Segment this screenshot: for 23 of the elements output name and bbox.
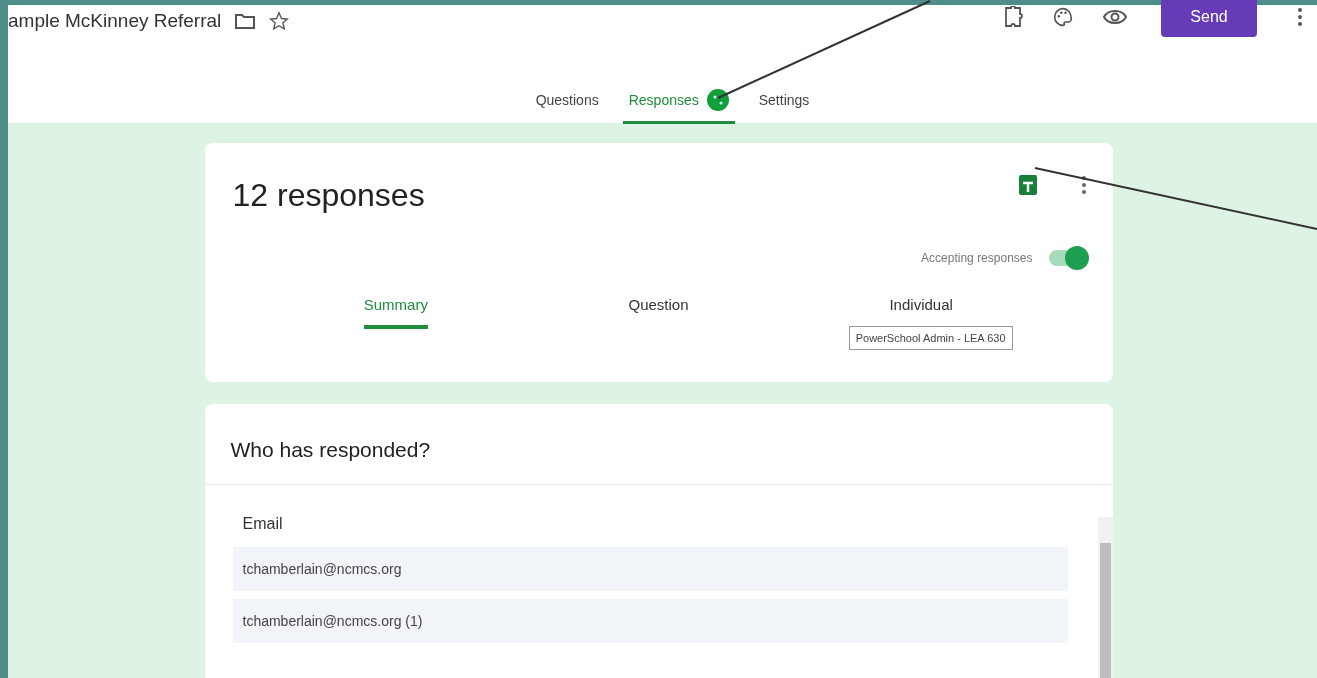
form-tab[interactable]: Responses — [622, 81, 735, 124]
card-title: Who has responded? — [204, 404, 1113, 485]
view-tab[interactable]: Individual — [889, 288, 953, 329]
puzzle-icon[interactable] — [1003, 6, 1023, 28]
send-button[interactable]: Send — [1161, 0, 1257, 37]
folder-icon[interactable] — [235, 13, 256, 29]
more-icon[interactable] — [1080, 174, 1087, 195]
form-title: ample McKinney Referral — [8, 10, 222, 32]
form-tab[interactable]: Questions — [529, 81, 605, 124]
scrollbar[interactable] — [1097, 517, 1113, 678]
star-icon[interactable] — [269, 11, 290, 31]
email-row[interactable]: tchamberlain@ncmcs.org (1) — [232, 599, 1068, 643]
column-header: Email — [241, 514, 284, 534]
form-tab[interactable]: Settings — [752, 81, 816, 124]
response-count: 12 responses — [232, 177, 425, 214]
spreadsheet-icon[interactable] — [1018, 174, 1037, 195]
email-row[interactable]: tchamberlain@ncmcs.org — [232, 547, 1068, 591]
tooltip: PowerSchool Admin - LEA 630 — [848, 326, 1013, 350]
view-tab[interactable]: Question — [628, 288, 689, 329]
eye-icon[interactable] — [1103, 9, 1127, 25]
accepting-label: Accepting responses — [921, 251, 1033, 265]
view-tab[interactable]: Summary — [363, 288, 428, 329]
palette-icon[interactable] — [1053, 7, 1073, 27]
